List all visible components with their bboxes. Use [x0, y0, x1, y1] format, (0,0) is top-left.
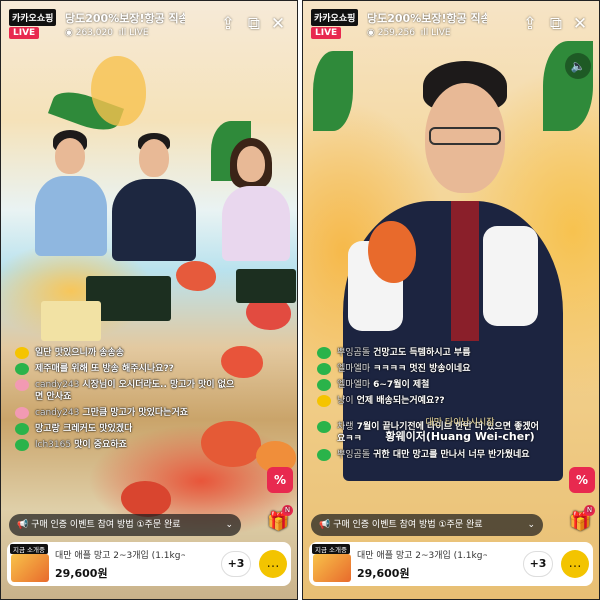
chevron-down-icon[interactable]: ⌄	[527, 514, 535, 536]
coupon-icon[interactable]: %	[569, 467, 595, 493]
chat-message: 제주매를 위해 또 방송 해주시나요??	[13, 363, 263, 375]
sound-icon[interactable]: 🔈	[565, 53, 591, 79]
now-introducing-badge: 지금 소개중	[10, 544, 48, 554]
viewer-count: ◉ 259,256 ıll LIVE	[367, 28, 451, 38]
pip-icon[interactable]: ⧉	[243, 13, 265, 35]
chat-message: 냥이 언제 배송되는거예요??	[315, 395, 565, 407]
more-products-button[interactable]: +3	[221, 551, 251, 577]
live-stream-panel-2: 카카오쇼핑 LIVE 당도200%보장!항공 직송 대만 망고 ◉ 259,25…	[302, 0, 600, 600]
signal-icon: ıll	[420, 28, 429, 38]
product-thumbnail	[313, 554, 351, 582]
tie	[451, 201, 479, 341]
share-icon[interactable]: ⇪	[217, 13, 239, 35]
host-center	[106, 131, 201, 261]
studio-video-frame	[303, 1, 599, 599]
glasses	[429, 127, 501, 145]
product-price: 29,600원	[55, 567, 108, 580]
gift-icon[interactable]: 🎁 N	[569, 505, 595, 533]
chat-message: 엘마엘마 6~7월이 제철	[315, 379, 565, 391]
pip-icon[interactable]: ⧉	[545, 13, 567, 35]
gloved-hand-right	[483, 226, 538, 326]
chat-message: 엘마엘마 ㅋㅋㅋㅋ 멋진 방송이네요	[315, 363, 565, 375]
now-introducing-badge: 지금 소개중	[312, 544, 350, 554]
eye-icon: ◉	[65, 28, 73, 38]
notice-bar[interactable]: 📢 구매 인증 이벤트 참여 방법 ①주문 완료 ⌄	[311, 514, 543, 536]
chat-message: lch3165 맛이 중요하죠	[13, 439, 263, 451]
mango-box	[236, 269, 296, 303]
megaphone-icon: 📢	[17, 520, 29, 530]
host-left	[31, 126, 111, 256]
close-icon[interactable]: ✕	[267, 13, 289, 35]
stream-title: 당도200%보장!항공 직송 대만 망고	[65, 12, 185, 25]
chat-icon[interactable]: …	[259, 550, 287, 578]
caption-name: 황웨이저(Huang Wei-cher)	[385, 430, 535, 443]
mango	[121, 481, 171, 517]
chat-message: candy243 그만큼 망고가 맛있다는거죠	[13, 407, 263, 419]
chat-list: 뿌잉곰돌 건망고도 득템하시고 부름 엘마엘마 ㅋㅋㅋㅋ 멋진 방송이네요 엘마엘마…	[315, 347, 565, 465]
product-name: 대만 애플 망고 2~3개입 (1.1kg~	[357, 551, 487, 561]
mango-decoration	[91, 56, 146, 126]
chevron-down-icon[interactable]: ⌄	[225, 514, 233, 536]
top-bar: 카카오쇼핑 LIVE 당도200%보장!항공 직송 대만 망고 ◉ 263,02…	[7, 7, 291, 47]
megaphone-icon: 📢	[319, 520, 331, 530]
product-box	[41, 301, 101, 341]
close-icon[interactable]: ✕	[569, 13, 591, 35]
chat-message: 뿌잉곰돌 귀한 대만 망고를 만나서 너무 반가웠네요	[315, 449, 565, 461]
chat-message: 일단 맛있으니까 송송송	[13, 347, 263, 359]
product-thumbnail	[11, 554, 49, 582]
chat-message: 뿌잉곰돌 건망고도 득템하시고 부름	[315, 347, 565, 359]
caption-title: 대만 타이난시시장	[425, 418, 495, 428]
more-products-button[interactable]: +3	[523, 551, 553, 577]
share-icon[interactable]: ⇪	[519, 13, 541, 35]
host-right	[216, 136, 296, 261]
notice-bar[interactable]: 📢 구매 인증 이벤트 참여 방법 ①주문 완료 ⌄	[9, 514, 241, 536]
live-badge: LIVE	[9, 27, 40, 39]
coupon-icon[interactable]: %	[267, 467, 293, 493]
product-card[interactable]: 지금 소개중 대만 애플 망고 2~3개입 (1.1kg~ 29,600원 +3…	[309, 542, 593, 586]
studio-video-frame	[1, 1, 297, 599]
mango	[368, 221, 416, 283]
gift-icon[interactable]: 🎁 N	[267, 505, 293, 533]
eye-icon: ◉	[367, 28, 375, 38]
mango	[176, 261, 216, 291]
live-stream-panel-1: 카카오쇼핑 LIVE 당도200%보장!항공 직송 대만 망고 ◉ 263,02…	[0, 0, 298, 600]
chat-message: 망고랑 크레커도 맛있겠다	[13, 423, 263, 435]
top-bar: 카카오쇼핑 LIVE 당도200%보장!항공 직송 대만 망고 ◉ 259,25…	[309, 7, 593, 47]
stream-title: 당도200%보장!항공 직송 대만 망고	[367, 12, 487, 25]
speaker-caption: 대만 타이난시시장 황웨이저(Huang Wei-cher)	[380, 415, 540, 444]
chat-icon[interactable]: …	[561, 550, 589, 578]
new-badge: N	[584, 505, 595, 516]
brand-badge: 카카오쇼핑	[311, 9, 359, 26]
signal-icon: ıll	[118, 28, 127, 38]
viewer-count: ◉ 263,020 ıll LIVE	[65, 28, 149, 38]
chat-message: candy243 시장님이 오시더라도.. 망고가 맛이 없으 면 안사죠	[13, 379, 263, 403]
product-name: 대만 애플 망고 2~3개입 (1.1kg~	[55, 551, 185, 561]
live-badge: LIVE	[311, 27, 342, 39]
chat-list: 일단 맛있으니까 송송송 제주매를 위해 또 방송 해주시나요?? candy2…	[13, 347, 263, 455]
brand-badge: 카카오쇼핑	[9, 9, 57, 26]
product-card[interactable]: 지금 소개중 대만 애플 망고 2~3개입 (1.1kg~ 29,600원 +3…	[7, 542, 291, 586]
product-price: 29,600원	[357, 567, 410, 580]
new-badge: N	[282, 505, 293, 516]
